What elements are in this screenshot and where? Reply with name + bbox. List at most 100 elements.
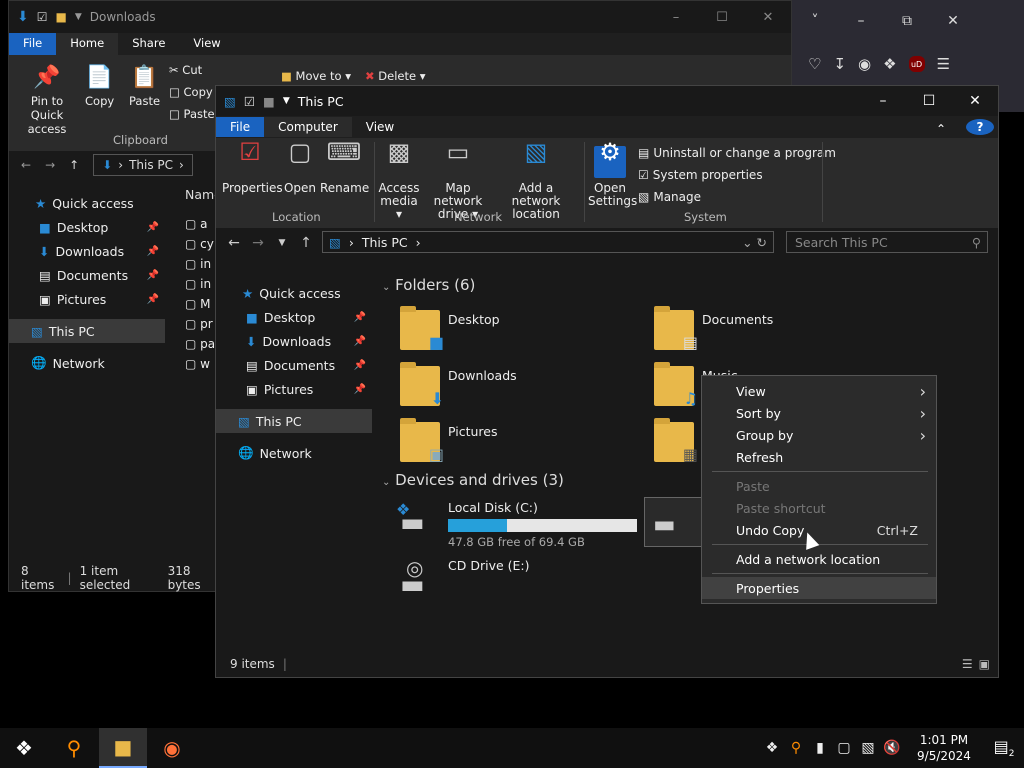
drives-header[interactable]: ⌄ Devices and drives (3) — [382, 471, 564, 489]
large-icons-view-icon[interactable]: ▣ — [979, 657, 990, 671]
account-icon[interactable]: ◉ — [858, 55, 871, 73]
menu-icon[interactable]: ☰ — [937, 55, 950, 73]
menu-item-group-by[interactable]: Group by — [702, 424, 936, 446]
folder-downloads[interactable]: ⬇ Downloads — [400, 362, 517, 408]
folder-icon[interactable]: ■ — [56, 10, 67, 24]
start-button[interactable]: ❖ — [0, 728, 48, 768]
address-bar[interactable]: ⬇ › This PC › — [93, 154, 193, 176]
security-icon[interactable]: ❖ — [760, 740, 784, 756]
tab-file[interactable]: File — [216, 117, 265, 137]
restore-icon[interactable]: ⧉ — [884, 13, 930, 29]
network-icon[interactable]: ▧ — [856, 740, 880, 756]
menu-item-refresh[interactable]: Refresh — [702, 446, 936, 468]
menu-item-undo-copy[interactable]: Undo Copy Ctrl+Z — [702, 519, 936, 541]
search-button[interactable]: ⚲ — [50, 728, 98, 768]
pin-quick-access-button[interactable]: 📌 Pin to Quick access — [15, 65, 79, 136]
battery-icon[interactable]: ▮ — [808, 740, 832, 756]
forward-icon[interactable]: → — [45, 158, 55, 172]
blank-icon[interactable]: ■ — [263, 94, 275, 109]
search-input[interactable]: Search This PC ⚲ — [786, 231, 988, 253]
forward-icon[interactable]: → — [246, 235, 270, 251]
uninstall-program-button[interactable]: ▤ Uninstall or change a program — [638, 146, 836, 160]
copy-button[interactable]: 📄 Copy — [85, 65, 114, 108]
close-icon[interactable]: ✕ — [930, 13, 976, 29]
help-icon[interactable]: ? — [966, 119, 994, 135]
nav-desktop[interactable]: ■ Desktop 📌 — [216, 305, 372, 329]
properties-icon[interactable]: ☑ — [244, 94, 255, 109]
drive-e[interactable]: ◎ ▬ CD Drive (E:) — [396, 556, 530, 600]
chevron-down-icon[interactable]: ▼ — [75, 12, 82, 22]
close-button[interactable]: ✕ — [745, 1, 791, 33]
ublock-icon[interactable]: uD — [908, 56, 925, 72]
tab-computer[interactable]: Computer — [264, 117, 352, 137]
nav-desktop[interactable]: ■ Desktop 📌 — [9, 215, 165, 239]
back-icon[interactable]: ← — [222, 235, 246, 251]
list-item[interactable]: ▢ w — [185, 357, 215, 377]
open-settings-button[interactable]: ⚙ Open Settings — [588, 140, 637, 208]
drive-c[interactable]: ❖ ▬ Local Disk (C:) 47.8 GB free of 69.4 … — [396, 500, 637, 549]
properties-icon[interactable]: ☑ — [37, 10, 48, 24]
copy-small-button[interactable]: □ Copy — [169, 85, 213, 99]
folder-documents[interactable]: ▤ Documents — [654, 306, 773, 352]
nav-network[interactable]: 🌐 Network — [216, 441, 372, 465]
nav-downloads[interactable]: ⬇ Downloads 📌 — [9, 239, 165, 263]
minimize-icon[interactable]: – — [838, 13, 884, 29]
collapse-ribbon-icon[interactable]: ⌃ — [922, 119, 960, 139]
minimize-button[interactable]: – — [860, 86, 906, 116]
search-tray-icon[interactable]: ⚲ — [784, 740, 808, 756]
paste-small-button[interactable]: □ Paste — [169, 107, 215, 121]
up-icon[interactable]: ↑ — [294, 235, 318, 251]
nav-documents[interactable]: ▤ Documents 📌 — [9, 263, 165, 287]
extensions-icon[interactable]: ❖ — [883, 55, 896, 73]
list-item[interactable]: ▢ M — [185, 297, 215, 317]
tab-file[interactable]: File — [9, 33, 57, 55]
minimize-button[interactable]: – — [653, 1, 699, 33]
folder-videos[interactable]: ▦ — [654, 418, 698, 464]
address-bar[interactable]: ▧ › This PC › ⌄ ↻ — [322, 231, 774, 253]
delete-button[interactable]: ✖ Delete ▾ — [365, 69, 426, 83]
tab-view[interactable]: View — [352, 117, 408, 137]
back-icon[interactable]: ← — [21, 158, 31, 172]
volume-muted-icon[interactable]: 🔇 — [880, 740, 904, 756]
add-network-location-button[interactable]: ▧ Add a network location — [496, 140, 576, 221]
clock[interactable]: 1:01 PM 9/5/2024 — [904, 732, 984, 764]
menu-item-properties[interactable]: Properties — [702, 577, 936, 599]
usb-icon[interactable]: ▢ — [832, 740, 856, 756]
access-media-button[interactable]: ▩ Access media ▾ — [378, 140, 420, 221]
nav-pictures[interactable]: ▣ Pictures 📌 — [216, 377, 372, 401]
drive-d-selected[interactable]: ▬ — [644, 497, 702, 547]
close-button[interactable]: ✕ — [952, 86, 998, 116]
nav-network[interactable]: 🌐 Network — [9, 351, 165, 375]
list-item[interactable]: ▢ in — [185, 277, 215, 297]
nav-quick-access[interactable]: ★ Quick access — [216, 281, 372, 305]
folders-header[interactable]: ⌄ Folders (6) — [382, 276, 475, 294]
list-item[interactable]: ▢ in — [185, 257, 215, 277]
menu-item-view[interactable]: View — [702, 380, 936, 402]
cut-button[interactable]: ✂ Cut — [169, 63, 202, 77]
notification-center-button[interactable]: ▤2 — [984, 737, 1024, 759]
nav-documents[interactable]: ▤ Documents 📌 — [216, 353, 372, 377]
properties-button[interactable]: ☑ Properties — [222, 140, 283, 195]
nav-quick-access[interactable]: ★ Quick access — [9, 191, 165, 215]
nav-downloads[interactable]: ⬇ Downloads 📌 — [216, 329, 372, 353]
list-item[interactable]: ▢ pr — [185, 317, 215, 337]
nav-this-pc[interactable]: ▧ This PC — [216, 409, 372, 433]
recent-chevron-icon[interactable]: ▼ — [270, 238, 294, 248]
tab-home[interactable]: Home — [56, 33, 119, 55]
list-item[interactable]: ▢ a — [185, 217, 215, 237]
tab-list-icon[interactable]: ˅ — [792, 13, 838, 29]
list-item[interactable]: ▢ pa — [185, 337, 215, 357]
menu-item-sort-by[interactable]: Sort by — [702, 402, 936, 424]
move-to-button[interactable]: ■ Move to ▾ — [281, 69, 351, 83]
download-icon[interactable]: ↧ — [833, 55, 846, 73]
rename-button[interactable]: ⌨ Rename — [320, 140, 369, 195]
paste-button[interactable]: 📋 Paste — [129, 65, 160, 108]
nav-pictures[interactable]: ▣ Pictures 📌 — [9, 287, 165, 311]
maximize-button[interactable]: ☐ — [699, 1, 745, 33]
manage-button[interactable]: ▧ Manage — [638, 190, 701, 204]
up-icon[interactable]: ↑ — [69, 158, 79, 172]
chevron-down-icon[interactable]: ▼ — [283, 96, 290, 106]
folder-desktop[interactable]: ■ Desktop — [400, 306, 500, 352]
list-item[interactable]: ▢ cy — [185, 237, 215, 257]
system-properties-button[interactable]: ☑ System properties — [638, 168, 763, 182]
